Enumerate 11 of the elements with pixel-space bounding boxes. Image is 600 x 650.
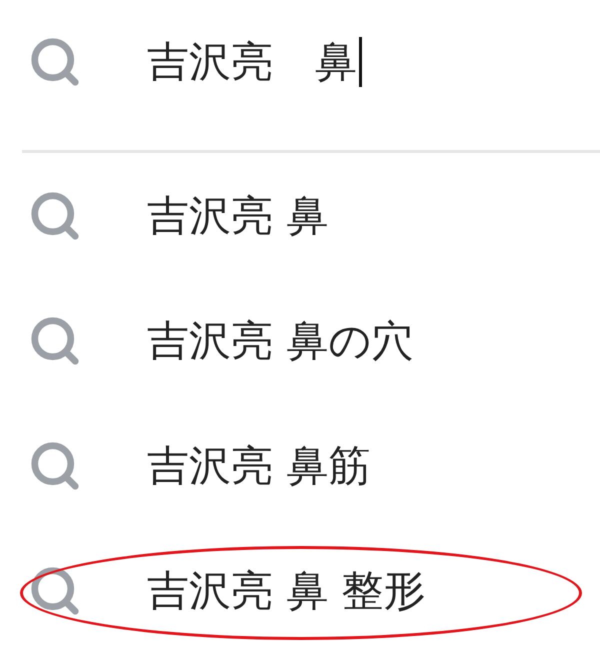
suggestion-item[interactable]: 吉沢亮 鼻筋 bbox=[0, 403, 600, 528]
suggestion-item[interactable]: 吉沢亮 鼻 bbox=[0, 153, 600, 278]
suggestion-text: 吉沢亮 鼻筋 bbox=[147, 440, 370, 492]
suggestion-text: 吉沢亮 鼻 整形 bbox=[147, 564, 426, 616]
query-text: 吉沢亮 鼻 bbox=[147, 36, 357, 88]
suggestion-item[interactable]: 吉沢亮 鼻 整形 bbox=[0, 528, 600, 650]
text-cursor bbox=[359, 37, 362, 87]
search-field[interactable]: 吉沢亮 鼻 bbox=[147, 22, 600, 102]
suggestion-item[interactable]: 吉沢亮 鼻の穴 bbox=[0, 278, 600, 403]
suggestion-text: 吉沢亮 鼻の穴 bbox=[147, 314, 414, 366]
suggestion-text: 吉沢亮 鼻 bbox=[147, 190, 328, 242]
